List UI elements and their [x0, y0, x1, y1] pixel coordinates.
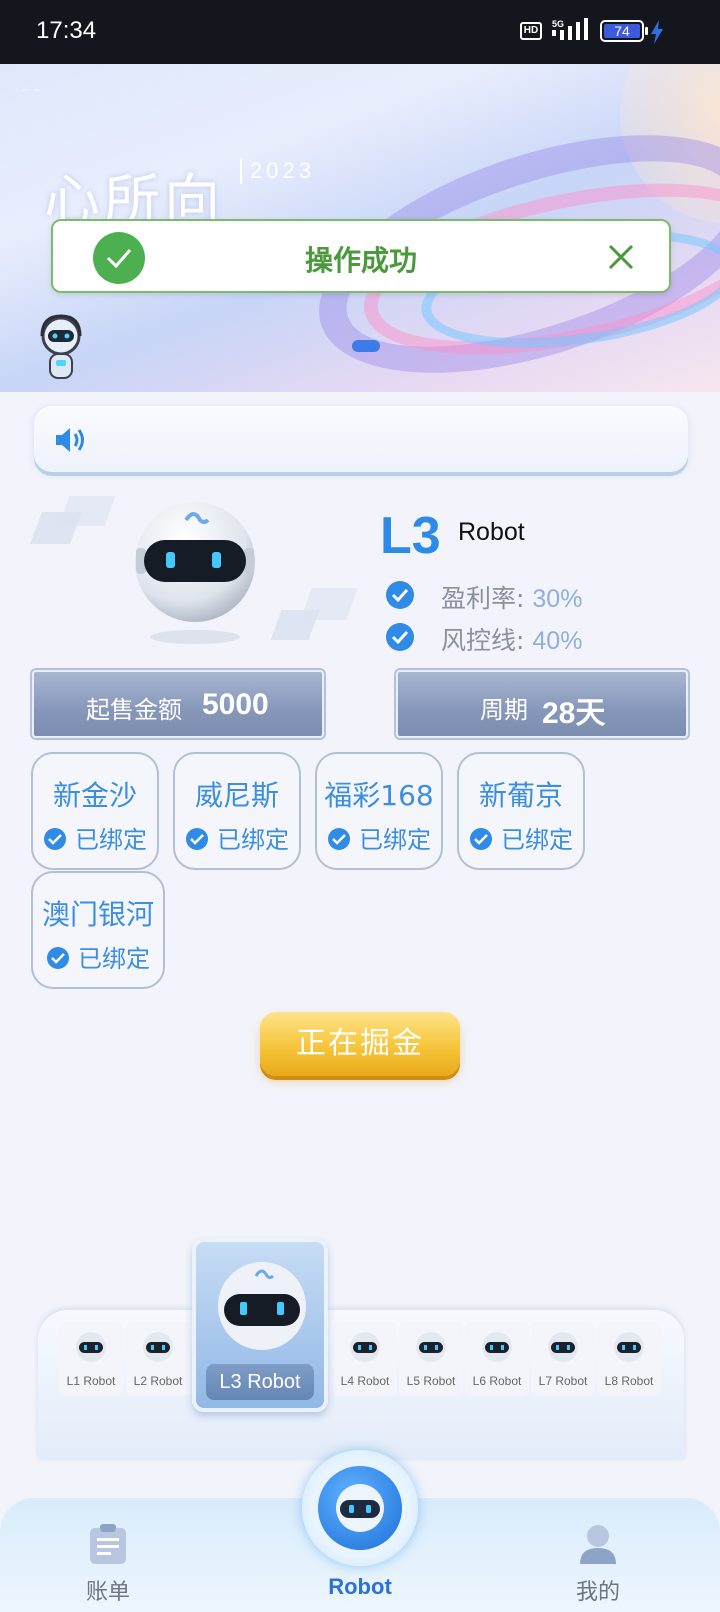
- level-option-l5[interactable]: L5 Robot: [399, 1322, 463, 1396]
- battery-icon: 74: [600, 20, 648, 42]
- bind-status: 已绑定: [359, 826, 431, 854]
- decor-tile: [58, 496, 116, 526]
- nav-label-robot[interactable]: Robot: [290, 1574, 430, 1600]
- toast-message: 操作成功: [304, 244, 417, 277]
- risk-value: 40%: [532, 627, 583, 655]
- bill-icon: [90, 1524, 126, 1564]
- decor-tile: [300, 588, 358, 620]
- bind-status: 已绑定: [217, 826, 289, 854]
- robot-name: Robot: [458, 518, 525, 546]
- level-option-l1[interactable]: L1 Robot: [59, 1322, 123, 1396]
- level-option-l8[interactable]: L8 Robot: [597, 1322, 661, 1396]
- profit-rate: 盈利率: 30%: [385, 578, 605, 613]
- platform-name: 福彩168: [324, 779, 434, 812]
- robot-icon: [548, 1332, 578, 1362]
- robot-icon: [350, 1332, 380, 1362]
- risk-label: 风控线:: [441, 626, 525, 655]
- check-badge-icon: [386, 581, 414, 609]
- status-bar: 17:34 HD 5G 74: [0, 0, 720, 64]
- level-option-l4[interactable]: L4 Robot: [333, 1322, 397, 1396]
- nav-label-bill: 账单: [85, 1580, 130, 1605]
- announcement-bar[interactable]: [34, 406, 688, 472]
- platform-chip[interactable]: 新金沙 已绑定: [31, 752, 159, 870]
- close-icon[interactable]: [605, 241, 637, 273]
- nav-label-mine: 我的: [575, 1580, 620, 1605]
- support-mascot-icon[interactable]: [36, 314, 86, 384]
- level-option-label: L8 Robot: [604, 1374, 654, 1388]
- robot-icon: [318, 1466, 402, 1550]
- check-circle-icon: [328, 828, 350, 850]
- robot-icon: [218, 1262, 306, 1350]
- speaker-icon: [56, 428, 84, 452]
- platform-name: 新金沙: [52, 779, 137, 812]
- robot-icon: [416, 1332, 446, 1362]
- level-option-label: L2 Robot: [133, 1374, 183, 1388]
- bind-status: 已绑定: [501, 826, 573, 854]
- success-toast: 操作成功: [51, 219, 671, 293]
- check-badge-icon: [386, 623, 414, 651]
- nav-item-robot[interactable]: [302, 1450, 418, 1566]
- period-value: 28天: [542, 697, 606, 730]
- risk-line: 风控线: 40%: [385, 620, 605, 655]
- robot-icon: [143, 1332, 173, 1362]
- min-amount-label: 起售金额: [86, 696, 182, 724]
- platform-chip[interactable]: 澳门银河 已绑定: [31, 871, 165, 989]
- mining-button[interactable]: 正在掘金: [260, 1012, 460, 1076]
- robot-level: L3: [380, 507, 441, 565]
- charging-icon: [651, 20, 663, 44]
- user-icon: [580, 1525, 616, 1564]
- svg-text:5G: 5G: [552, 19, 564, 29]
- check-circle-icon: [47, 947, 69, 969]
- hd-badge: HD: [520, 22, 542, 40]
- nav-item-bill[interactable]: 账单: [48, 1522, 168, 1612]
- nav-item-mine[interactable]: 我的: [538, 1522, 658, 1612]
- level-option-label: L3 Robot: [206, 1364, 314, 1400]
- banner-corner-mark: – –: [22, 82, 41, 98]
- platform-name: 新葡京: [478, 779, 563, 812]
- bottom-nav: 账单 Robot 我的: [0, 1450, 720, 1612]
- platform-chip[interactable]: 新葡京 已绑定: [457, 752, 585, 870]
- min-amount-value: 5000: [202, 688, 269, 721]
- check-circle-icon: [44, 828, 66, 850]
- level-option-l6[interactable]: L6 Robot: [465, 1322, 529, 1396]
- platform-name: 澳门银河: [41, 898, 154, 931]
- robot-icon: [614, 1332, 644, 1362]
- period-label: 周期: [480, 696, 528, 724]
- status-time: 17:34: [36, 17, 97, 44]
- min-amount-plaque: 起售金额 5000: [32, 670, 324, 738]
- level-option-l7[interactable]: L7 Robot: [531, 1322, 595, 1396]
- platform-chip[interactable]: 福彩168 已绑定: [315, 752, 443, 870]
- bind-status: 已绑定: [75, 826, 147, 854]
- signal-icon: 5G: [552, 18, 588, 40]
- battery-level: 74: [604, 24, 640, 38]
- level-option-l3-selected[interactable]: L3 Robot: [192, 1238, 328, 1412]
- robot-avatar-icon: [135, 502, 255, 622]
- banner-year: 2023: [240, 158, 311, 184]
- platform-chip[interactable]: 威尼斯 已绑定: [173, 752, 301, 870]
- check-circle-icon: [470, 828, 492, 850]
- robot-icon: [482, 1332, 512, 1362]
- bind-status: 已绑定: [78, 945, 150, 973]
- check-circle-icon: [186, 828, 208, 850]
- platform-name: 威尼斯: [194, 779, 279, 812]
- robot-shadow: [150, 630, 240, 644]
- period-plaque: 周期 28天: [396, 670, 688, 738]
- level-option-l2[interactable]: L2 Robot: [126, 1322, 190, 1396]
- profit-label: 盈利率:: [441, 584, 525, 613]
- banner-pagination-dot[interactable]: [352, 340, 380, 352]
- profit-value: 30%: [532, 585, 583, 613]
- robot-icon: [76, 1332, 106, 1362]
